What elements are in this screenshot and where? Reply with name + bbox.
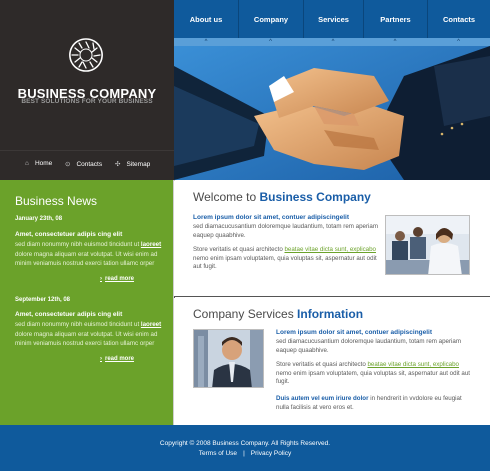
welcome-inline-link[interactable]: beatae vitae dicta sunt, explicabo	[284, 246, 376, 253]
news-sidebar: Business News January 23th, 08 Amet, con…	[0, 180, 174, 425]
utility-link-contacts[interactable]: ⊙ Contacts	[65, 160, 102, 168]
swirl-ring-icon	[69, 38, 103, 72]
news-date: January 23th, 08	[15, 216, 63, 222]
nav-services[interactable]: Services	[303, 0, 363, 38]
utility-link-sitemap[interactable]: ✣ Sitemap	[115, 160, 150, 168]
services-para: sed diamacucusantium doloremque laudanti…	[276, 338, 462, 354]
businessman-photo	[193, 329, 264, 388]
caret-up-icon: ^	[269, 39, 272, 45]
services-title: Company Services Information	[193, 307, 364, 321]
welcome-para: sed diamacucusantium doloremque laudanti…	[193, 223, 379, 239]
news-highlight-link[interactable]: laoreet	[141, 241, 161, 248]
news-date: September 12th, 08	[15, 297, 71, 303]
services-lead: Lorem ipsum dolor sit amet, contuer adip…	[276, 329, 433, 336]
footer-links: Terms of Use | Privacy Policy	[0, 450, 490, 457]
footer-link-terms[interactable]: Terms of Use	[199, 450, 237, 457]
nav-company[interactable]: Company	[238, 0, 303, 38]
copyright-text: Copyright © 2008 Business Company. All R…	[159, 440, 331, 447]
sitemap-icon: ✣	[115, 161, 121, 168]
services-inline-link[interactable]: beatae vitae dicta sunt, explicabo	[367, 361, 459, 368]
hero-handshake-image	[174, 46, 490, 180]
logo-panel: BUSINESS COMPANY BEST SOLUTIONS FOR YOUR…	[0, 0, 174, 150]
news-body: sed diam nonummy nibh euismod tincidunt …	[15, 241, 162, 267]
footer: Copyright © 2008 Business Company. All R…	[0, 425, 490, 471]
home-icon: ⌂	[25, 160, 29, 167]
welcome-para: Store veritatis et quasi architecto beat…	[193, 246, 377, 270]
nav-partners[interactable]: Partners	[363, 0, 427, 38]
caret-up-icon: ^	[331, 39, 335, 45]
footer-link-privacy[interactable]: Privacy Policy	[251, 450, 291, 457]
caret-up-icon: ^	[204, 39, 208, 45]
news-lead: Amet, consectetuer adipis cing elit	[15, 231, 123, 238]
read-more-link[interactable]: › read more	[100, 276, 134, 282]
welcome-title: Welcome to Business Company	[193, 190, 371, 204]
services-para: Store veritatis et quasi architecto beat…	[276, 361, 470, 385]
divider	[173, 180, 174, 425]
read-more-link[interactable]: › read more	[100, 356, 134, 362]
utility-link-home[interactable]: ⌂ Home	[25, 160, 52, 167]
welcome-lead: Lorem ipsum dolor sit amet, contuer adip…	[193, 214, 350, 221]
caret-up-icon: ^	[393, 39, 397, 45]
services-para: Duis autem vel eum iriure dolor in hendr…	[276, 395, 462, 411]
separator: |	[243, 450, 245, 457]
news-lead: Amet, consectetuer adipis cing elit	[15, 311, 123, 318]
office-team-photo	[385, 215, 470, 275]
nav-about-us[interactable]: About us	[174, 0, 238, 38]
brand-tagline: BEST SOLUTIONS FOR YOUR BUSINESS	[21, 98, 153, 105]
contacts-icon: ⊙	[65, 161, 71, 168]
caret-up-icon: ^	[457, 39, 460, 45]
utility-nav: ⌂ Home ⊙ Contacts ✣ Sitemap	[0, 150, 174, 180]
arrow-right-icon: ›	[100, 356, 102, 362]
news-body: sed diam nonummy nibh euismod tincidunt …	[15, 321, 162, 347]
arrow-right-icon: ›	[100, 276, 102, 282]
welcome-section: Welcome to Business Company Lorem ipsum …	[175, 180, 490, 296]
services-section: Company Services Information Lorem ipsum…	[175, 297, 490, 425]
news-heading: Business News	[15, 194, 98, 208]
nav-contacts[interactable]: Contacts	[427, 0, 490, 38]
news-highlight-link[interactable]: laoreet	[141, 321, 161, 328]
